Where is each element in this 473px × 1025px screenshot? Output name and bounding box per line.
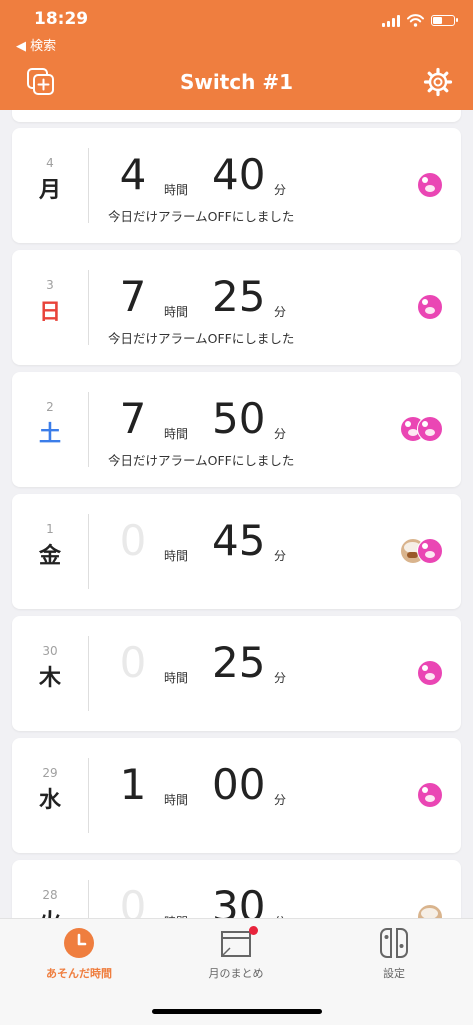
hours-value: 0 [119,882,147,919]
alarm-off-note: 今日だけアラームOFFにしました [108,209,295,224]
player-avatar-icon [417,294,443,320]
weekday-label: 木 [38,666,61,691]
day-card[interactable]: 28 火 0 時間 30 分 [12,860,461,918]
player-avatars [417,172,443,198]
player-avatars [417,782,443,808]
status-indicators [382,14,458,27]
player-avatars [417,904,443,918]
status-time: 18:29 [34,9,89,29]
clock-icon [64,928,94,958]
divider [88,270,89,345]
divider [88,880,89,918]
player-avatar-icon [417,782,443,808]
minutes-value: 40 [212,150,266,199]
hours-value: 0 [119,638,147,687]
hours-value: 7 [119,394,147,443]
divider [88,392,89,467]
alarm-off-note: 今日だけアラームOFFにしました [108,331,295,346]
divider [88,758,89,833]
weekday-label: 水 [38,788,61,813]
date-number: 28 [42,888,58,902]
hours-value: 4 [119,150,147,199]
day-card[interactable]: 2 土 7 時間 50 分 今日だけアラームOFFにしました [12,372,461,487]
notification-badge [249,926,258,935]
hours-unit: 時間 [164,671,189,685]
hours-unit: 時間 [164,793,189,807]
settings-gear-button[interactable] [423,67,453,97]
hours-unit: 時間 [164,549,189,563]
weekday-label: 月 [38,178,61,203]
player-avatar-icon [417,904,443,918]
minutes-value: 45 [212,516,266,565]
minutes-unit: 分 [274,183,287,197]
date-number: 30 [42,644,58,658]
minutes-unit: 分 [274,671,287,685]
calendar-icon [221,931,251,957]
divider [88,514,89,589]
divider [88,148,89,223]
player-avatar-icon [417,416,443,442]
daily-playtime-list[interactable]: 4 月 4 時間 40 分 今日だけアラームOFFにしました 3 日 7 時間 … [0,110,473,918]
minutes-unit: 分 [274,427,287,441]
day-card[interactable]: 4 月 4 時間 40 分 今日だけアラームOFFにしました [12,128,461,243]
day-card[interactable]: 1 金 0 時間 45 分 [12,494,461,609]
player-avatars [400,538,443,564]
page-title: Switch #1 [179,70,294,94]
day-card[interactable]: 29 水 1 時間 00 分 [12,738,461,853]
top-bar: 18:29 ◀ 検索 Switch #1 [0,0,473,110]
tab-monthly-summary[interactable]: 月のまとめ [171,926,301,981]
divider [88,636,89,711]
player-avatar-icon [417,660,443,686]
tab-label: あそんだ時間 [46,967,112,980]
minutes-value: 00 [212,760,266,809]
player-avatar-icon [417,172,443,198]
previous-card-edge [12,110,461,122]
hours-unit: 時間 [164,183,189,197]
alarm-off-note: 今日だけアラームOFFにしました [108,453,295,468]
day-card[interactable]: 3 日 7 時間 25 分 今日だけアラームOFFにしました [12,250,461,365]
tab-label: 設定 [383,967,405,980]
date-number: 29 [42,766,58,780]
gear-icon [423,67,453,97]
date-number: 1 [46,522,54,536]
minutes-unit: 分 [274,549,287,563]
minutes-unit: 分 [274,793,287,807]
date-number: 2 [46,400,54,414]
tab-play-time[interactable]: あそんだ時間 [14,927,144,981]
minutes-value: 30 [212,882,266,919]
hours-unit: 時間 [164,427,189,441]
weekday-label: 土 [38,422,61,447]
back-to-search-link[interactable]: ◀ 検索 [16,35,56,54]
tab-settings[interactable]: 設定 [329,927,459,981]
hours-unit: 時間 [164,305,189,319]
weekday-label: 金 [38,544,61,569]
date-number: 4 [46,156,54,170]
player-avatars [417,660,443,686]
player-avatars [400,416,443,442]
console-icon [380,928,408,958]
weekday-label: 日 [38,300,61,325]
weekday-label: 火 [12,904,88,918]
minutes-value: 25 [212,638,266,687]
date-number: 3 [46,278,54,292]
hours-value: 0 [119,516,147,565]
minutes-value: 50 [212,394,266,443]
home-indicator [152,1009,322,1014]
player-avatar-icon [417,538,443,564]
player-avatars [417,294,443,320]
day-card[interactable]: 30 木 0 時間 25 分 [12,616,461,731]
wifi-icon [407,14,424,27]
minutes-value: 25 [212,272,266,321]
minutes-unit: 分 [274,305,287,319]
battery-icon [431,15,458,26]
cellular-signal-icon [382,14,400,27]
hours-value: 7 [119,272,147,321]
hours-value: 1 [119,760,147,809]
tab-label: 月のまとめ [208,967,264,980]
